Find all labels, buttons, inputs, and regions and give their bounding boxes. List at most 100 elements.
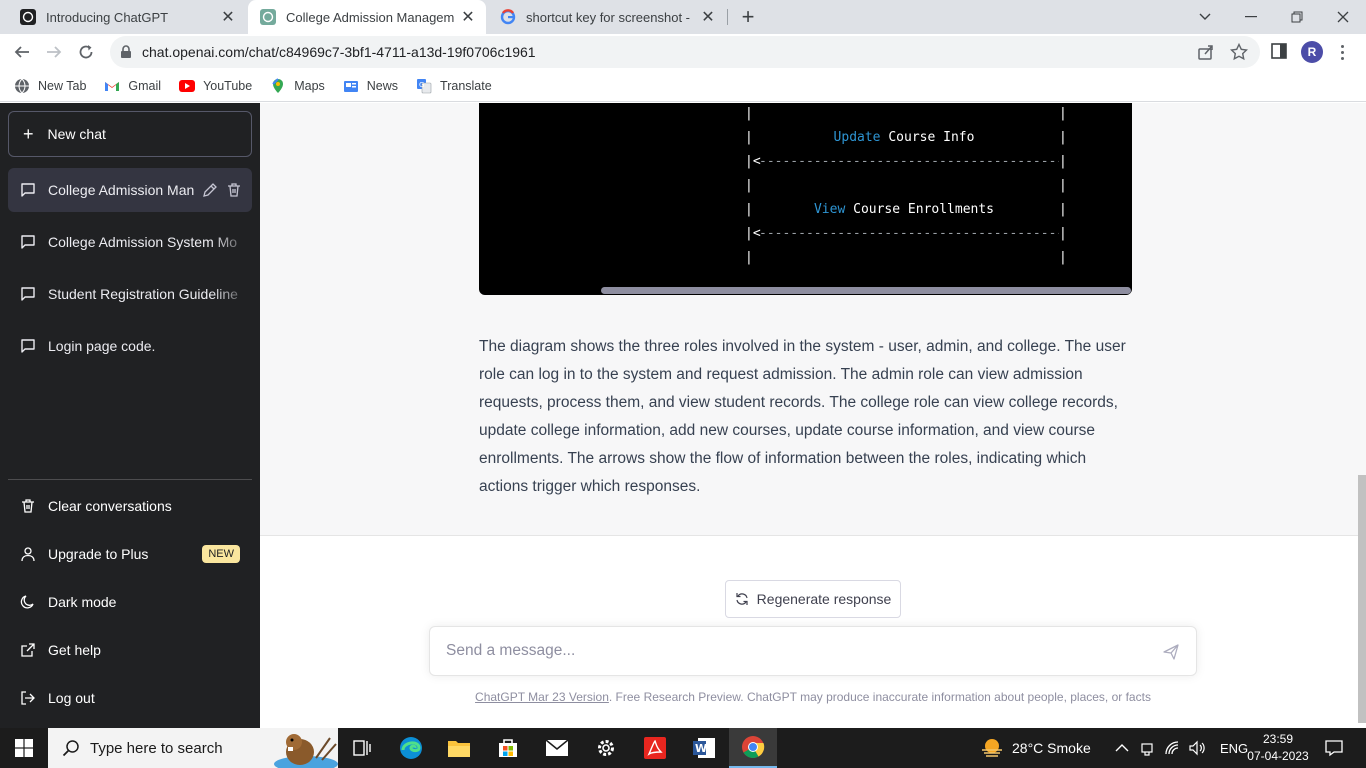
- tab-introducing-chatgpt[interactable]: Introducing ChatGPT ✕: [8, 0, 246, 34]
- page-scrollbar[interactable]: [1358, 475, 1366, 723]
- tab-college-admission[interactable]: College Admission Management ✕: [248, 0, 486, 34]
- user-icon: [21, 547, 35, 562]
- dark-mode-button[interactable]: Dark mode: [8, 580, 252, 624]
- chrome-icon: [742, 736, 765, 758]
- weather-widget[interactable]: 28°C Smoke: [980, 728, 1091, 768]
- code-line: | | Update Course Info: [745, 130, 1067, 150]
- word-icon: W: [693, 738, 715, 758]
- bookmark-translate[interactable]: G Translate: [416, 78, 492, 94]
- openai-icon: [260, 9, 276, 25]
- forward-arrow-icon[interactable]: [40, 38, 68, 66]
- taskbar-settings[interactable]: [582, 728, 630, 768]
- taskbar-word[interactable]: W: [680, 728, 728, 768]
- bookmark-star-icon[interactable]: [1229, 42, 1249, 66]
- new-badge: NEW: [202, 545, 240, 563]
- upgrade-to-plus-button[interactable]: Upgrade to Plus NEW: [8, 532, 252, 576]
- taskbar-search-box[interactable]: Type here to search: [48, 728, 338, 768]
- back-arrow-icon[interactable]: [8, 38, 36, 66]
- bookmark-youtube[interactable]: YouTube: [179, 78, 252, 94]
- code-line: | | View Course Enrollments: [745, 202, 1067, 222]
- taskbar-file-explorer[interactable]: [435, 728, 483, 768]
- chat-bubble-icon: [21, 183, 35, 197]
- browser-menu-icon[interactable]: [1335, 40, 1349, 64]
- get-help-button[interactable]: Get help: [8, 628, 252, 672]
- lock-icon[interactable]: [120, 45, 132, 64]
- dark-mode-label: Dark mode: [48, 594, 117, 610]
- folder-icon: [448, 741, 470, 757]
- google-icon: [500, 9, 516, 25]
- close-tab-icon[interactable]: ✕: [460, 9, 476, 26]
- bookmark-label: Translate: [440, 78, 492, 93]
- edit-pencil-icon[interactable]: [202, 182, 218, 198]
- meet-now-icon[interactable]: [1140, 740, 1154, 756]
- browser-toolbar: chat.openai.com/chat/c84969c7-3bf1-4711-…: [0, 34, 1366, 70]
- maps-icon: [270, 77, 286, 94]
- close-tab-icon[interactable]: ✕: [220, 9, 236, 26]
- chat-bubble-icon: [21, 235, 35, 249]
- reload-icon[interactable]: [72, 38, 100, 66]
- conversation-label: College Admission Management: [48, 182, 194, 198]
- regenerate-response-button[interactable]: Regenerate response: [725, 580, 901, 618]
- conversation-item[interactable]: Student Registration Guideline: [8, 272, 252, 316]
- clock-time: 23:59: [1262, 732, 1294, 746]
- windows-start-button[interactable]: [0, 728, 48, 768]
- profile-avatar[interactable]: R: [1301, 41, 1323, 63]
- taskbar-mail[interactable]: [533, 728, 581, 768]
- code-pipe-right: |: [1059, 226, 1067, 241]
- taskbar-store[interactable]: [484, 728, 532, 768]
- code-keyword: View: [813, 202, 846, 217]
- refresh-icon: [736, 593, 748, 605]
- conversation-item[interactable]: Login page code.: [8, 324, 252, 368]
- conversation-item[interactable]: College Admission System Mo: [8, 220, 252, 264]
- wifi-icon[interactable]: [1164, 740, 1180, 756]
- restore-button[interactable]: [1274, 0, 1320, 34]
- tab-google-search[interactable]: shortcut key for screenshot - Goo ✕: [488, 0, 726, 34]
- tray-expand-chevron-icon[interactable]: [1115, 743, 1129, 753]
- conversation-item-active[interactable]: College Admission Management: [8, 168, 252, 212]
- taskbar-clock[interactable]: 23:59 07-04-2023: [1240, 731, 1316, 765]
- side-panel-icon[interactable]: [1270, 42, 1288, 65]
- taskbar-chrome[interactable]: [729, 728, 777, 768]
- notifications-button[interactable]: [1310, 728, 1358, 768]
- volume-icon[interactable]: [1188, 740, 1206, 756]
- code-text: Course Info: [880, 130, 975, 145]
- close-window-button[interactable]: [1320, 0, 1366, 34]
- code-line: |< | -------------------------------------…: [745, 226, 1067, 246]
- clear-conversations-label: Clear conversations: [48, 498, 172, 514]
- code-horizontal-scrollbar[interactable]: [601, 287, 1131, 294]
- address-bar[interactable]: chat.openai.com/chat/c84969c7-3bf1-4711-…: [110, 36, 1260, 68]
- notification-icon: [1325, 740, 1343, 757]
- code-keyword: Update: [833, 130, 881, 145]
- share-icon[interactable]: [1197, 43, 1215, 66]
- bookmark-label: Maps: [294, 78, 325, 93]
- task-view-button[interactable]: [338, 728, 386, 768]
- code-line: |< | -------------------------------------…: [745, 154, 1067, 174]
- tab-search-chevron-icon[interactable]: [1182, 0, 1228, 34]
- mail-icon: [545, 739, 569, 756]
- weather-text: 28°C Smoke: [1012, 740, 1091, 756]
- taskbar-acrobat[interactable]: [631, 728, 679, 768]
- bookmarks-bar: New Tab Gmail YouTube Maps News G Transl…: [0, 70, 1366, 102]
- taskbar-edge[interactable]: [387, 728, 435, 768]
- log-out-button[interactable]: Log out: [8, 676, 252, 720]
- minimize-button[interactable]: [1228, 0, 1274, 34]
- chat-sidebar: + New chat College Admission Management …: [0, 103, 260, 728]
- close-tab-icon[interactable]: ✕: [700, 9, 716, 26]
- bookmark-new-tab[interactable]: New Tab: [14, 78, 86, 94]
- new-chat-button[interactable]: + New chat: [8, 111, 252, 157]
- delete-trash-icon[interactable]: [226, 182, 242, 198]
- code-pipe-right: |: [1059, 154, 1067, 169]
- version-link[interactable]: ChatGPT Mar 23 Version: [475, 690, 609, 704]
- gear-icon: [598, 740, 614, 756]
- message-input[interactable]: [446, 639, 1146, 663]
- code-arrow-line: ---------------------------------------: [759, 226, 1059, 241]
- new-tab-button[interactable]: +: [736, 4, 760, 29]
- clear-conversations-button[interactable]: Clear conversations: [8, 484, 252, 528]
- conversation-label: Login page code.: [48, 338, 156, 354]
- bookmark-maps[interactable]: Maps: [270, 77, 325, 94]
- chat-bubble-icon: [21, 287, 35, 301]
- bookmark-gmail[interactable]: Gmail: [104, 78, 161, 94]
- bookmark-news[interactable]: News: [343, 78, 398, 94]
- clock-date: 07-04-2023: [1247, 749, 1309, 763]
- send-icon[interactable]: [1162, 643, 1180, 661]
